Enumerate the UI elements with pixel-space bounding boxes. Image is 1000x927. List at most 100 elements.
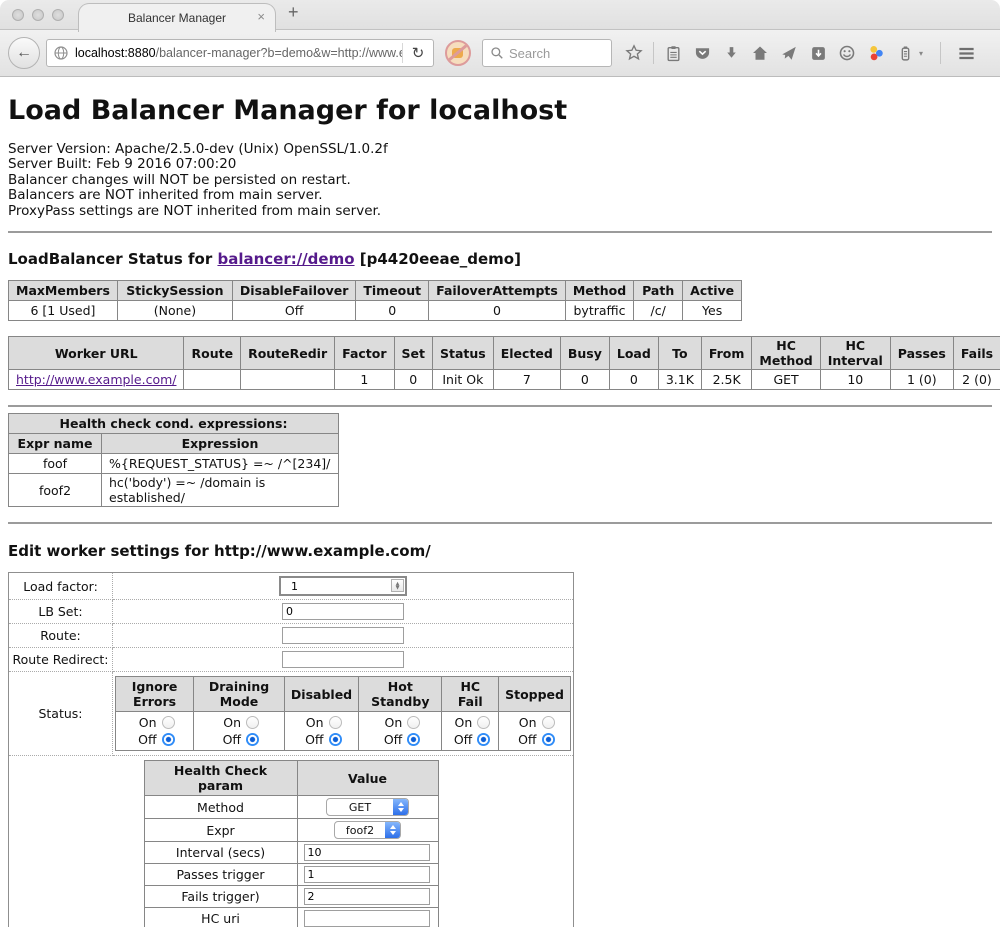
cell-expr-name: foof2 <box>9 474 102 507</box>
radio-hot-standby-off[interactable] <box>407 733 420 746</box>
tab-close-icon[interactable]: × <box>257 9 265 25</box>
hc-uri-input[interactable] <box>304 910 430 927</box>
server-built-line: Server Built: Feb 9 2016 07:00:20 <box>8 157 992 172</box>
status-stopped: On Off <box>499 712 571 751</box>
radio-draining-mode-on[interactable] <box>246 716 259 729</box>
status-hot-standby: On Off <box>359 712 442 751</box>
status-radio-row: On Off On Off On Off <box>116 712 571 751</box>
overflow-caret-icon[interactable]: ▾ <box>919 49 923 58</box>
method-select[interactable]: GET <box>326 798 409 816</box>
route-input[interactable] <box>282 627 404 644</box>
radio-draining-mode-off[interactable] <box>246 733 259 746</box>
tab-balancer-manager[interactable]: Balancer Manager × <box>78 3 276 32</box>
search-bar[interactable]: Search <box>482 39 612 67</box>
session-battery-icon[interactable] <box>895 43 915 63</box>
divider <box>8 522 992 524</box>
navigation-toolbar: ← localhost:8880/balancer-manager?b=demo… <box>0 30 1000 77</box>
menu-hamburger-icon[interactable] <box>956 43 976 63</box>
hc-row-expr: Expr foof2 <box>144 819 438 842</box>
pocket-icon[interactable] <box>692 43 712 63</box>
toolbar-icons: ▾ <box>624 42 992 64</box>
minimize-window-button[interactable] <box>32 9 44 21</box>
load-factor-input[interactable] <box>288 579 398 594</box>
send-page-icon[interactable] <box>779 43 799 63</box>
col-header: Status <box>433 337 494 370</box>
col-header: HC Interval <box>820 337 890 370</box>
new-tab-button[interactable]: + <box>288 2 299 23</box>
blocked-plugin-icon[interactable] <box>445 40 471 66</box>
interval-input[interactable] <box>304 844 430 861</box>
balancer-demo-link[interactable]: balancer://demo <box>217 250 354 268</box>
save-to-device-icon[interactable] <box>808 43 828 63</box>
bookmark-star-icon[interactable] <box>624 43 644 63</box>
number-spinner-icon[interactable]: ▲▼ <box>391 579 404 592</box>
feedback-smiley-icon[interactable] <box>837 43 857 63</box>
close-window-button[interactable] <box>12 9 24 21</box>
worker-url-link[interactable]: http://www.example.com/ <box>16 372 176 387</box>
form-row-health-check: Health Check param Value Method GET Expr <box>9 756 574 927</box>
url-path: /balancer-manager?b=demo&w=http://www.ex… <box>156 46 402 60</box>
radio-disabled-off[interactable] <box>329 733 342 746</box>
passes-input[interactable] <box>304 866 430 883</box>
table-header-row: Worker URL Route RouteRedir Factor Set S… <box>9 337 1000 370</box>
cell-elected: 7 <box>493 370 560 390</box>
cell-active: Yes <box>683 301 742 321</box>
cell-disablefailover: Off <box>232 301 355 321</box>
home-icon[interactable] <box>750 43 770 63</box>
cell-hc-method: GET <box>752 370 820 390</box>
proxypass-inherit-line: ProxyPass settings are NOT inherited fro… <box>8 204 992 219</box>
col-header: Draining Mode <box>194 677 285 712</box>
route-redirect-input[interactable] <box>282 651 404 668</box>
col-header: HC Method <box>752 337 820 370</box>
cell-load: 0 <box>609 370 658 390</box>
search-icon <box>490 46 504 60</box>
radio-hot-standby-on[interactable] <box>407 716 420 729</box>
col-header: Load <box>609 337 658 370</box>
health-check-expressions-table: Health check cond. expressions: Expr nam… <box>8 413 339 507</box>
radio-ignore-errors-off[interactable] <box>162 733 175 746</box>
download-icon[interactable] <box>721 43 741 63</box>
cell-timeout: 0 <box>356 301 429 321</box>
status-disabled: On Off <box>284 712 358 751</box>
on-label: On <box>380 715 402 730</box>
radio-ignore-errors-on[interactable] <box>162 716 175 729</box>
status-table: Ignore Errors Draining Mode Disabled Hot… <box>115 676 571 751</box>
radio-hc-fail-on[interactable] <box>477 716 490 729</box>
method-selected-value: GET <box>327 799 393 815</box>
fails-input[interactable] <box>304 888 430 905</box>
reload-button[interactable]: ↻ <box>403 44 433 62</box>
radio-stopped-off[interactable] <box>542 733 555 746</box>
col-header: Elected <box>493 337 560 370</box>
col-header: Set <box>394 337 432 370</box>
radio-hc-fail-off[interactable] <box>477 733 490 746</box>
heading-prefix: LoadBalancer Status for <box>8 250 217 268</box>
col-header: Ignore Errors <box>116 677 194 712</box>
radio-stopped-on[interactable] <box>542 716 555 729</box>
reading-list-icon[interactable] <box>663 43 683 63</box>
zoom-window-button[interactable] <box>52 9 64 21</box>
lb-set-input[interactable] <box>282 603 404 620</box>
load-factor-stepper[interactable]: ▲▼ <box>279 576 407 596</box>
cell-passes: 1 (0) <box>890 370 953 390</box>
cell-set: 0 <box>394 370 432 390</box>
off-label: Off <box>380 732 402 747</box>
on-label: On <box>219 715 241 730</box>
cell-expression: hc('body') =~ /domain is established/ <box>102 474 339 507</box>
col-header: Method <box>565 281 633 301</box>
table-row: foof2 hc('body') =~ /domain is establish… <box>9 474 339 507</box>
col-header: RouteRedir <box>241 337 335 370</box>
off-label: Off <box>219 732 241 747</box>
col-header: Active <box>683 281 742 301</box>
divider <box>8 405 992 407</box>
fails-label: Fails trigger) <box>144 886 297 908</box>
url-bar[interactable]: localhost:8880/balancer-manager?b=demo&w… <box>46 39 434 67</box>
expr-select[interactable]: foof2 <box>334 821 401 839</box>
back-button[interactable]: ← <box>8 37 40 69</box>
table-row: 6 [1 Used] (None) Off 0 0 bytraffic /c/ … <box>9 301 742 321</box>
radio-disabled-on[interactable] <box>329 716 342 729</box>
divider <box>8 231 992 233</box>
url-text[interactable]: localhost:8880/balancer-manager?b=demo&w… <box>75 46 402 60</box>
cell-factor: 1 <box>335 370 394 390</box>
extension-colored-dots-icon[interactable] <box>866 43 886 63</box>
interval-label: Interval (secs) <box>144 842 297 864</box>
